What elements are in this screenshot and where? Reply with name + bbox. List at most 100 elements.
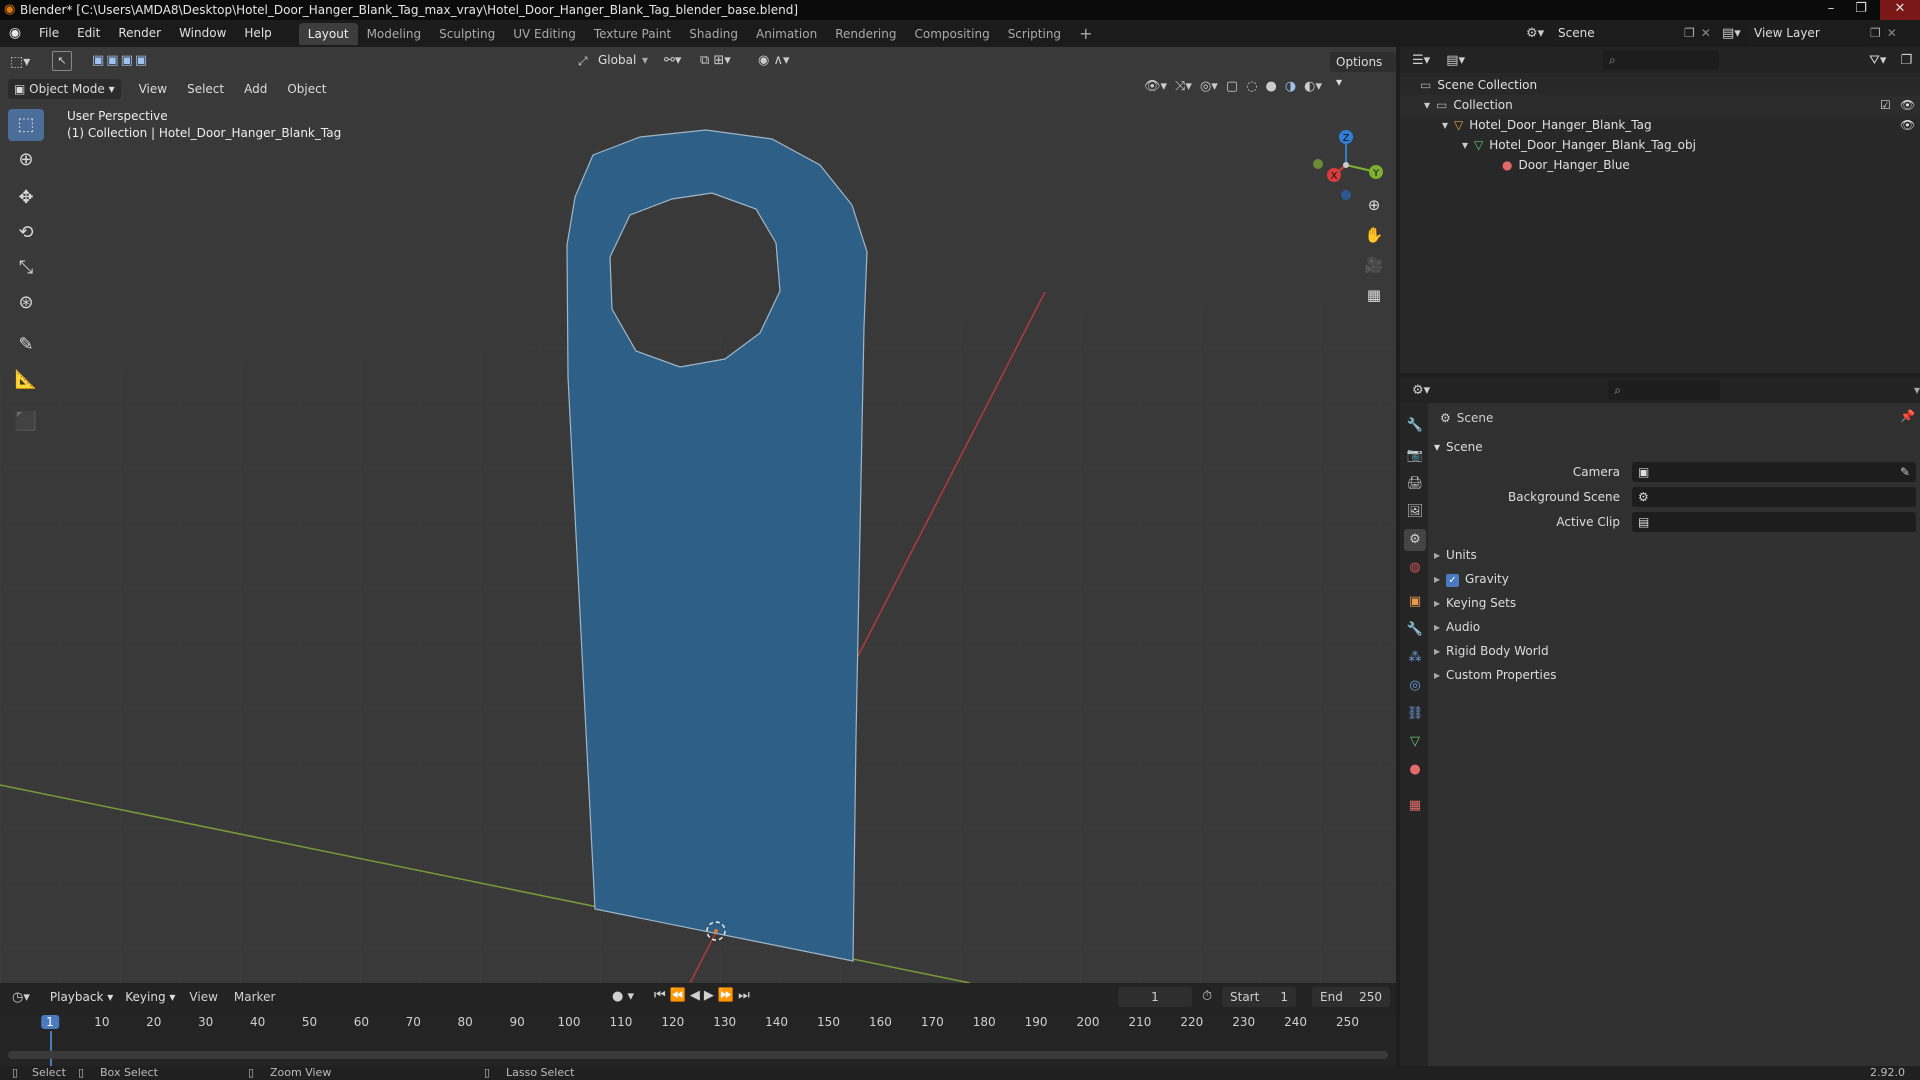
- selection-modes-icon[interactable]: ▣▣▣▣: [92, 53, 149, 68]
- rendered-shading-icon[interactable]: ◐▾: [1304, 79, 1322, 94]
- tool-tab-icon[interactable]: 🔧: [1404, 415, 1426, 437]
- scale-tool[interactable]: ⤡: [8, 252, 44, 284]
- mode-dropdown[interactable]: ▣ Object Mode ▾: [8, 79, 121, 99]
- eye-icon[interactable]: 👁: [1900, 115, 1915, 135]
- end-frame-field[interactable]: End 250: [1312, 987, 1390, 1007]
- constraints-tab-icon[interactable]: ⛓: [1404, 703, 1426, 725]
- wireframe-shading-icon[interactable]: ◌: [1246, 79, 1257, 94]
- rotate-tool[interactable]: ⟲: [8, 217, 44, 249]
- texture-tab-icon[interactable]: ▦: [1404, 795, 1426, 817]
- outliner-row-collection[interactable]: ▾ ▭ Collection ☑ 👁: [1400, 95, 1920, 115]
- object-tab-icon[interactable]: ▣: [1404, 591, 1426, 613]
- modifier-tab-icon[interactable]: 🔧: [1404, 619, 1426, 641]
- expand-arrow-icon[interactable]: ▾: [1424, 98, 1430, 112]
- menu-help[interactable]: Help: [235, 20, 280, 46]
- new-view-layer-icon[interactable]: ❐: [1870, 26, 1881, 40]
- properties-editor-icon[interactable]: ⚙▾: [1412, 383, 1430, 398]
- delete-view-layer-icon[interactable]: ✕: [1887, 26, 1897, 40]
- tab-uv-editing[interactable]: UV Editing: [504, 23, 585, 45]
- menu-render[interactable]: Render: [109, 20, 170, 46]
- active-clip-field[interactable]: ▤: [1632, 512, 1916, 532]
- chevron-down-icon[interactable]: ▾: [1914, 383, 1920, 397]
- measure-tool[interactable]: 📐: [8, 364, 44, 396]
- start-frame-field[interactable]: Start 1: [1222, 987, 1296, 1007]
- tab-modeling[interactable]: Modeling: [358, 23, 431, 45]
- scene-tab-icon[interactable]: ⚙: [1404, 529, 1426, 551]
- view-layer-field[interactable]: View Layer: [1748, 23, 1866, 43]
- keying-sets-panel-header[interactable]: ▸ Keying Sets: [1434, 592, 1516, 614]
- minimize-icon[interactable]: –: [1816, 0, 1846, 20]
- pan-hand-icon[interactable]: ✋: [1360, 221, 1388, 249]
- material-shading-icon[interactable]: ◑: [1285, 79, 1296, 94]
- outliner-search-input[interactable]: ⌕: [1603, 50, 1719, 70]
- timeline-scrollbar[interactable]: [8, 1051, 1388, 1059]
- outliner-row-object[interactable]: ▾ ▽ Hotel_Door_Hanger_Blank_Tag 👁: [1400, 115, 1920, 135]
- menu-file[interactable]: File: [30, 20, 68, 46]
- menu-view[interactable]: View: [129, 82, 177, 96]
- menu-object[interactable]: Object: [277, 82, 336, 96]
- expand-arrow-icon[interactable]: ▾: [1462, 138, 1468, 152]
- transform-orientation-dropdown[interactable]: Global: [598, 53, 636, 67]
- new-collection-icon[interactable]: ❐: [1900, 53, 1912, 68]
- properties-search-input[interactable]: ⌕: [1608, 380, 1720, 400]
- tab-layout[interactable]: Layout: [298, 23, 358, 45]
- particles-tab-icon[interactable]: ⁂: [1404, 647, 1426, 669]
- editor-type-icon[interactable]: ⬚▾: [10, 54, 30, 70]
- world-tab-icon[interactable]: ◍: [1404, 557, 1426, 579]
- maximize-icon[interactable]: ❐: [1846, 0, 1876, 20]
- overlays-icon[interactable]: ◎▾: [1200, 79, 1218, 94]
- expand-arrow-icon[interactable]: ▾: [1442, 118, 1448, 132]
- camera-view-icon[interactable]: 🎥: [1360, 251, 1388, 279]
- custom-properties-panel-header[interactable]: ▸ Custom Properties: [1434, 664, 1556, 686]
- ortho-grid-icon[interactable]: ▦: [1360, 281, 1388, 309]
- gravity-panel-header[interactable]: ▸ ✓ Gravity: [1434, 568, 1509, 590]
- visibility-icon[interactable]: 👁▾: [1144, 79, 1167, 94]
- tab-shading[interactable]: Shading: [680, 23, 747, 45]
- 3d-viewport[interactable]: ⬚▾ ↖ ▣▣▣▣ ⤢ Global ▾ ⚯▾ ⧉ ⊞▾ ◉ ∧▾ Option…: [0, 47, 1396, 983]
- zoom-icon[interactable]: ⊕: [1360, 191, 1388, 219]
- options-button[interactable]: Options ▾: [1330, 52, 1396, 89]
- delete-scene-icon[interactable]: ✕: [1701, 26, 1711, 40]
- filter-icon[interactable]: ⛛▾: [1869, 53, 1886, 68]
- tab-texture-paint[interactable]: Texture Paint: [585, 23, 680, 45]
- tab-rendering[interactable]: Rendering: [826, 23, 905, 45]
- scene-panel-header[interactable]: ▾ Scene: [1434, 436, 1483, 458]
- render-tab-icon[interactable]: 📷: [1404, 445, 1426, 467]
- select-mode-icon[interactable]: ↖: [52, 51, 72, 71]
- tab-compositing[interactable]: Compositing: [905, 23, 998, 45]
- solid-shading-icon[interactable]: ●: [1265, 79, 1276, 94]
- tab-sculpting[interactable]: Sculpting: [430, 23, 504, 45]
- outliner-editor-icon[interactable]: ☰▾: [1412, 53, 1430, 68]
- camera-field[interactable]: ▣ ✎: [1632, 462, 1916, 482]
- scene-name-field[interactable]: Scene: [1552, 23, 1680, 43]
- eyedropper-icon[interactable]: ✎: [1900, 462, 1910, 482]
- marker-menu[interactable]: Marker: [226, 990, 283, 1004]
- material-tab-icon[interactable]: ●: [1404, 759, 1426, 781]
- tab-scripting[interactable]: Scripting: [999, 23, 1070, 45]
- display-mode-icon[interactable]: ▤▾: [1446, 53, 1465, 68]
- rigid-body-world-panel-header[interactable]: ▸ Rigid Body World: [1434, 640, 1549, 662]
- move-tool[interactable]: ✥: [8, 182, 44, 214]
- view-layer-selector[interactable]: ▤▾ View Layer ❐ ✕: [1722, 23, 1897, 43]
- keying-menu[interactable]: Keying ▾: [119, 987, 181, 1007]
- view-layer-tab-icon[interactable]: 🖼: [1404, 501, 1426, 523]
- blender-menu-icon[interactable]: ◉: [0, 25, 30, 41]
- proportional-edit-icon[interactable]: ◉ ∧▾: [758, 53, 790, 68]
- playhead-line[interactable]: [50, 1031, 52, 1067]
- add-cube-tool[interactable]: ⬛: [8, 406, 44, 438]
- background-scene-field[interactable]: ⚙: [1632, 487, 1916, 507]
- pin-icon[interactable]: 📌: [1900, 409, 1915, 423]
- annotate-tool[interactable]: ✎: [8, 329, 44, 361]
- current-frame-field[interactable]: 1: [1118, 987, 1192, 1007]
- gizmo-toggle-icon[interactable]: ⤨▾: [1175, 79, 1192, 94]
- record-icon[interactable]: ● ▾: [612, 989, 634, 1004]
- gravity-checkbox[interactable]: ✓: [1446, 574, 1460, 587]
- playback-controls[interactable]: ⏮⏪◀▶⏩⏭: [654, 988, 754, 1003]
- units-panel-header[interactable]: ▸ Units: [1434, 544, 1477, 566]
- menu-window[interactable]: Window: [170, 20, 235, 46]
- menu-edit[interactable]: Edit: [68, 20, 109, 46]
- xray-icon[interactable]: ▢: [1226, 79, 1238, 94]
- new-scene-icon[interactable]: ❐: [1684, 26, 1695, 40]
- physics-tab-icon[interactable]: ◎: [1404, 675, 1426, 697]
- scene-selector[interactable]: ⚙▾ Scene ❐ ✕: [1526, 23, 1711, 43]
